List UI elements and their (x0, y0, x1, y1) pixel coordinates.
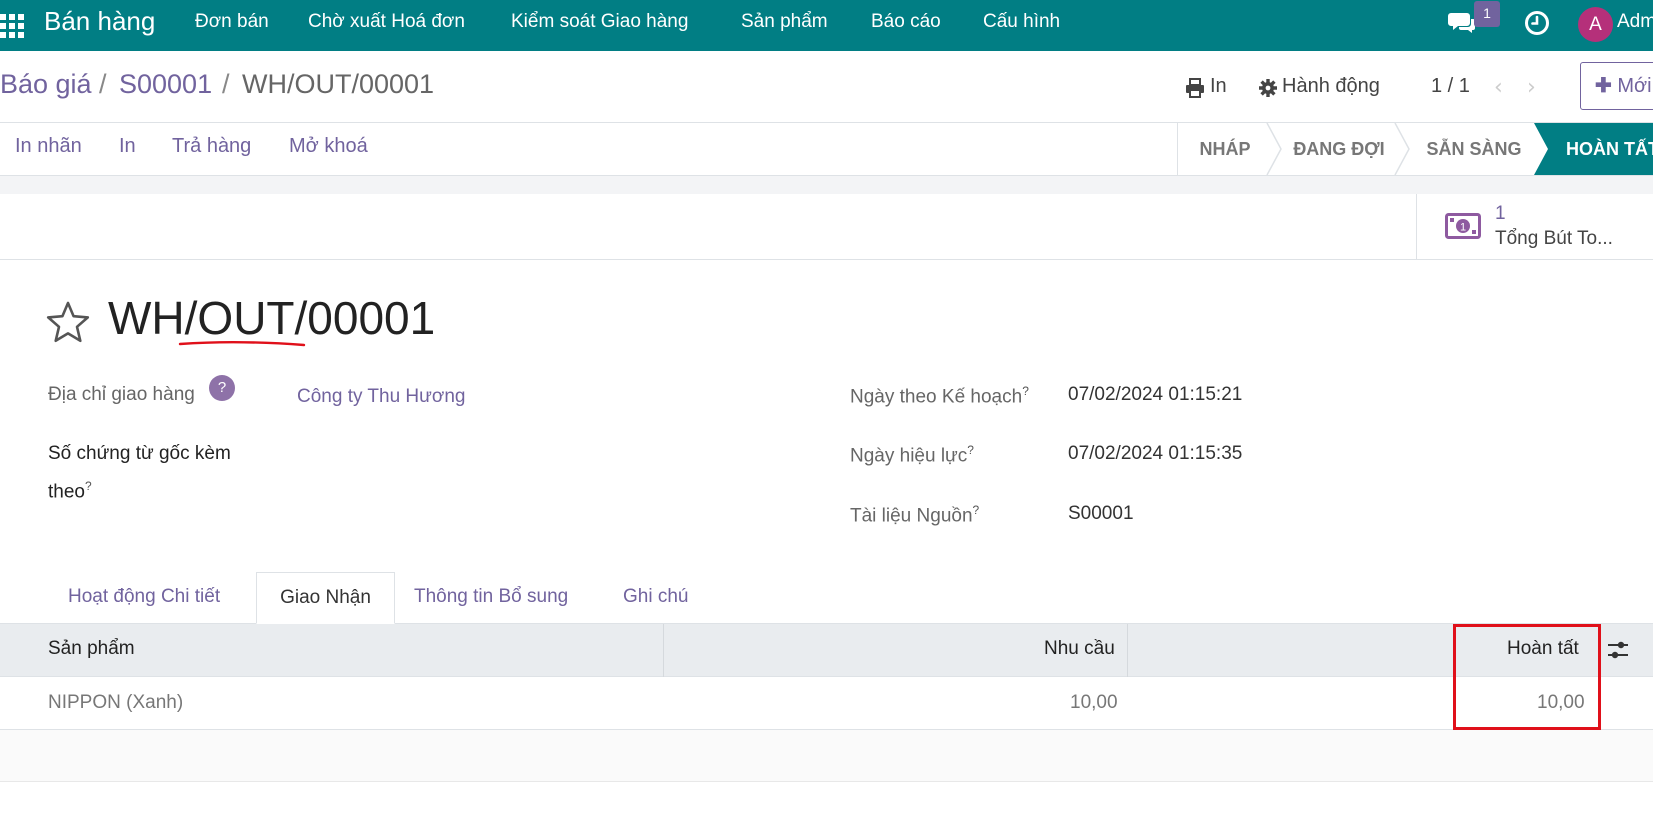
print-button[interactable]: In (1210, 75, 1227, 98)
record-title: WH/OUT/00001 (108, 292, 436, 344)
print-icon[interactable] (1185, 78, 1205, 98)
menu-delivery-control[interactable]: Kiểm soát Giao hàng (511, 11, 688, 33)
print-labels-button[interactable]: In nhãn (15, 135, 82, 158)
breadcrumb-current: WH/OUT/00001 (242, 69, 435, 99)
tab-detailed-operations[interactable]: Hoạt động Chi tiết (68, 586, 220, 608)
tooltip-mark: ? (84, 479, 92, 493)
action-menu-button[interactable]: Hành động (1282, 75, 1380, 98)
menu-configuration[interactable]: Cấu hình (983, 11, 1060, 33)
pager-previous-icon[interactable]: ‹ (1494, 75, 1503, 100)
new-button-label: Mới (1617, 75, 1652, 97)
stage-done-active[interactable]: HOÀN TẤT (1534, 123, 1653, 175)
cell-product: NIPPON (Xanh) (48, 692, 184, 713)
unlock-button[interactable]: Mở khoá (289, 135, 368, 158)
table-header: Sản phẩm Nhu cầu Hoàn tất (0, 624, 1653, 677)
money-icon: 1 (1445, 213, 1481, 239)
column-header-product[interactable]: Sản phẩm (48, 638, 135, 660)
breadcrumb-quotations[interactable]: Báo giá (0, 69, 92, 100)
status-bar: In nhãn In Trả hàng Mở khoá NHÁP ĐANG ĐỢ… (0, 123, 1653, 176)
tooltip-mark: ? (972, 503, 980, 517)
column-divider (1127, 624, 1128, 677)
stage-draft[interactable]: NHÁP (1178, 123, 1272, 175)
smart-button-label: Tổng Bút To... (1495, 228, 1613, 249)
app-title[interactable]: Bán hàng (44, 6, 155, 37)
breadcrumb-separator: / (222, 69, 230, 99)
optional-columns-icon[interactable] (1607, 639, 1629, 661)
source-document-label: Tài liệu Nguồn? (850, 503, 980, 527)
return-button[interactable]: Trả hàng (172, 135, 251, 158)
new-record-button[interactable]: ✚ Mới (1580, 62, 1653, 110)
apps-grid-icon[interactable] (0, 14, 24, 38)
plus-icon: ✚ (1595, 75, 1612, 97)
red-annotation-underline (178, 341, 306, 347)
menu-products[interactable]: Sản phẩm (741, 11, 828, 33)
source-document-value[interactable]: S00001 (1068, 503, 1134, 525)
delivery-address-label: Địa chỉ giao hàng (48, 384, 195, 405)
star-icon[interactable] (46, 301, 90, 343)
delivery-address-value[interactable]: Công ty Thu Hương (297, 386, 465, 408)
effective-date-label: Ngày hiệu lực? (850, 443, 974, 467)
effective-date-value: 07/02/2024 01:15:35 (1068, 443, 1243, 464)
svg-text:1: 1 (1460, 222, 1466, 234)
tab-operations-active[interactable]: Giao Nhận (256, 572, 395, 624)
scheduled-date-label: Ngày theo Kế hoạch? (850, 384, 1029, 408)
smart-button-count: 1 (1495, 203, 1506, 224)
tooltip-mark: ? (967, 443, 974, 457)
table-row[interactable]: NIPPON (Xanh) 10,00 10,00 (0, 677, 1653, 730)
user-name[interactable]: Adm (1617, 11, 1653, 33)
pager-value[interactable]: 1 / 1 (1431, 75, 1470, 98)
print-button-secondary[interactable]: In (119, 135, 136, 158)
smart-button-row: 1 1 Tổng Bút To... (0, 194, 1653, 260)
tab-note[interactable]: Ghi chú (623, 586, 688, 608)
tab-additional-info[interactable]: Thông tin Bổ sung (414, 586, 568, 608)
origin-label-line2: theo? (48, 479, 92, 503)
tooltip-mark: ? (1022, 384, 1029, 398)
breadcrumb-separator: / (99, 69, 107, 99)
stage-ready[interactable]: SẴN SÀNG (1414, 123, 1534, 175)
chat-count-badge: 1 (1474, 1, 1500, 27)
menu-sales-orders[interactable]: Đơn bán (195, 11, 269, 33)
control-panel: Báo giá / S00001 / WH/OUT/00001 In Hành … (0, 51, 1653, 123)
red-annotation-box (1453, 624, 1601, 730)
help-icon[interactable]: ? (209, 375, 235, 401)
origin-label-line1: Số chứng từ gốc kèm (48, 443, 231, 464)
stage-waiting[interactable]: ĐANG ĐỢI (1283, 123, 1395, 175)
menu-reporting[interactable]: Báo cáo (871, 11, 941, 33)
gear-icon[interactable] (1258, 78, 1278, 98)
chat-icon[interactable] (1448, 10, 1476, 36)
scheduled-date-value[interactable]: 07/02/2024 01:15:21 (1068, 384, 1242, 406)
smart-button-account-moves[interactable]: 1 1 Tổng Bút To... (1416, 194, 1653, 260)
sheet-gap (0, 176, 1653, 194)
table-row-empty (0, 730, 1653, 782)
cell-demand: 10,00 (1070, 692, 1118, 713)
avatar[interactable]: A (1578, 7, 1613, 42)
clock-icon[interactable] (1524, 10, 1550, 36)
top-navbar: Bán hàng Đơn bán Chờ xuất Hoá đơn Kiểm s… (0, 0, 1653, 51)
menu-to-invoice[interactable]: Chờ xuất Hoá đơn (308, 11, 465, 33)
pager-next-icon[interactable]: › (1527, 75, 1536, 100)
breadcrumb-sale-order[interactable]: S00001 (119, 69, 212, 100)
column-header-demand[interactable]: Nhu cầu (1044, 638, 1115, 660)
column-divider (663, 624, 664, 677)
